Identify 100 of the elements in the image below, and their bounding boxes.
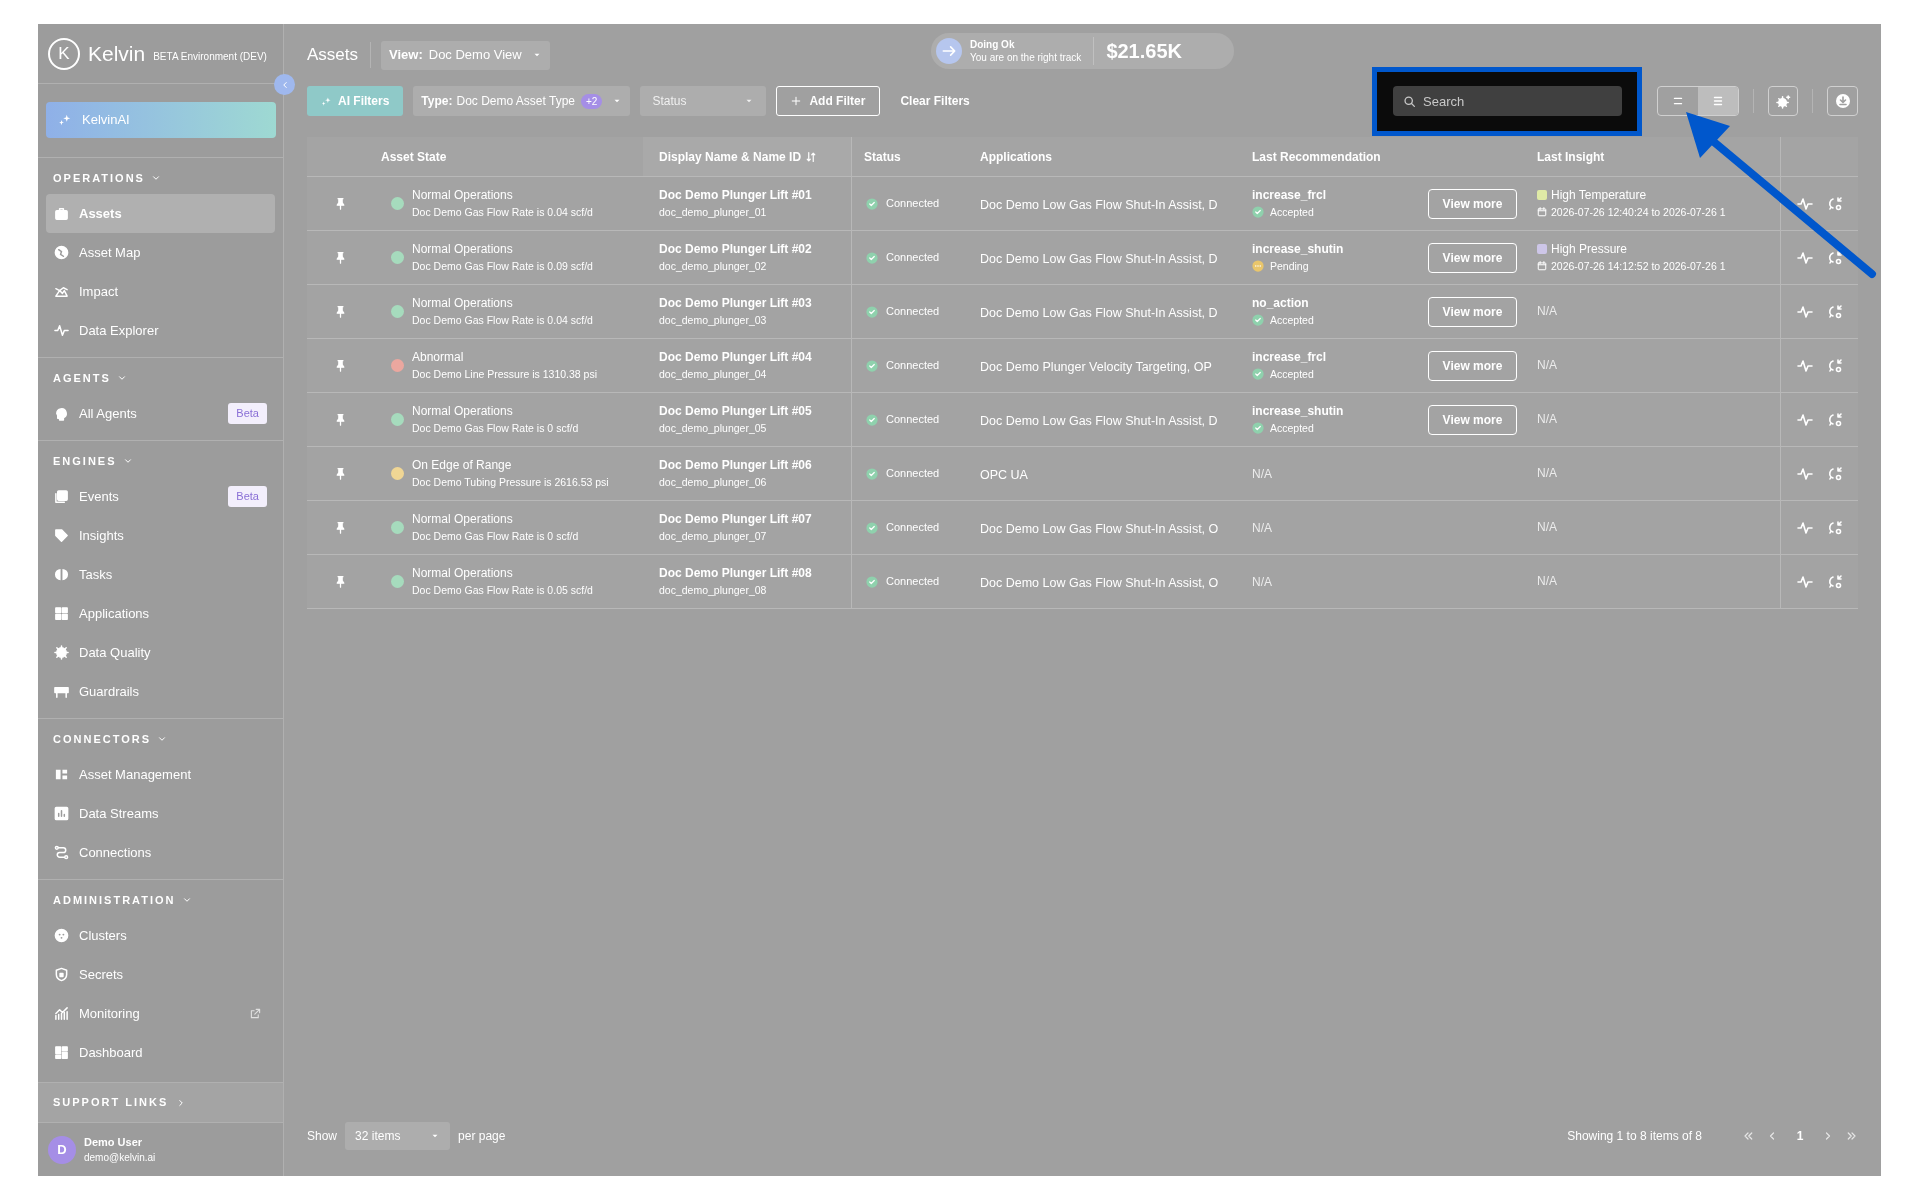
state-detail: Doc Demo Gas Flow Rate is 0 scf/d [412, 420, 579, 436]
sidebar-item[interactable]: Data Quality [46, 633, 275, 672]
sidebar-item[interactable]: Applications [46, 594, 275, 633]
type-filter[interactable]: Type: Doc Demo Asset Type +2 [413, 86, 631, 116]
search-field[interactable]: Search [1393, 86, 1622, 116]
table-row[interactable]: Normal Operations Doc Demo Gas Flow Rate is 0.04 scf/d Doc Demo Plunger Lift #03 doc_demo_plunger_03 Connected Doc Demo Low Gas Flow Shut-In Assist, D no_action Accepted View more N/A [307, 285, 1858, 339]
sidebar-item[interactable]: Connections [46, 833, 275, 872]
last-page-icon[interactable] [1846, 1130, 1858, 1142]
show-label: Show [307, 1128, 338, 1145]
tag-icon [54, 528, 69, 543]
three-lines-icon [1711, 94, 1725, 108]
sidebar-item[interactable]: Data Explorer [46, 311, 275, 350]
add-filter-button[interactable]: Add Filter [776, 86, 881, 116]
barrier-icon [54, 684, 69, 699]
recommendation-status: Accepted [1270, 312, 1314, 328]
sparkle-icon [321, 95, 332, 107]
sidebar-item[interactable]: Assets [46, 194, 275, 233]
health-subtitle: You are on the right track [970, 51, 1082, 64]
column-header[interactable]: Status [852, 137, 970, 176]
sidebar-item[interactable]: Insights [46, 516, 275, 555]
check-circle-icon [866, 413, 878, 426]
sidebar-item[interactable]: Data Streams [46, 794, 275, 833]
recommendation-action: increase_frcl [1252, 186, 1328, 204]
table-row[interactable]: On Edge of Range Doc Demo Tubing Pressure is 2616.53 psi Doc Demo Plunger Lift #06 doc_demo_plunger_06 Connected OPC UA N/A N/A [307, 447, 1858, 501]
empty-value: N/A [1537, 519, 1558, 536]
column-header[interactable]: Applications [970, 137, 1240, 176]
applications-text: Doc Demo Low Gas Flow Shut-In Assist, D [980, 197, 1218, 212]
first-page-icon[interactable] [1742, 1130, 1754, 1142]
recommendation-action: increase_shutin [1252, 240, 1345, 258]
insight-time-range: 2026-07-26 14:12:52 to 2026-07-26 1 [1551, 258, 1726, 274]
sidebar-label: Guardrails [79, 682, 140, 701]
check-circle-icon [866, 359, 878, 372]
table-row[interactable]: Normal Operations Doc Demo Gas Flow Rate is 0 scf/d Doc Demo Plunger Lift #05 doc_demo_plunger_05 Connected Doc Demo Low Gas Flow Shut-In Assist, D increase_shutin Accepted View more N/A [307, 393, 1858, 447]
sidebar-item[interactable]: Events Beta [46, 477, 275, 516]
recommendation-status: Accepted [1270, 204, 1314, 220]
view-more-button[interactable]: View more [1428, 350, 1517, 381]
dots-circle-icon [54, 928, 69, 943]
page-number[interactable]: 1 [1790, 1127, 1810, 1145]
check-circle-icon [866, 251, 878, 264]
asset-state: Normal Operations [412, 564, 514, 582]
connection-status: Connected [886, 250, 940, 266]
per-page-dropdown[interactable]: 32 items [345, 1122, 451, 1150]
asset-id: doc_demo_plunger_04 [659, 366, 768, 382]
sidebar-item[interactable]: Tasks [46, 555, 275, 594]
asset-name[interactable]: Doc Demo Plunger Lift #05 [659, 402, 851, 420]
column-header[interactable]: Asset State [373, 137, 643, 176]
savings-amount: $21.65K [1106, 39, 1182, 64]
asset-name[interactable]: Doc Demo Plunger Lift #06 [659, 456, 851, 474]
sidebar-item[interactable]: Clusters [46, 916, 275, 955]
pulse-icon[interactable] [1796, 195, 1813, 212]
ai-filters-button[interactable]: AI Filters [307, 86, 404, 116]
table-row[interactable]: Normal Operations Doc Demo Gas Flow Rate is 0 scf/d Doc Demo Plunger Lift #07 doc_demo_plunger_07 Connected Doc Demo Low Gas Flow Shut-In Assist, O N/A N/A [307, 501, 1858, 555]
asset-name[interactable]: Doc Demo Plunger Lift #07 [659, 510, 851, 528]
asset-name[interactable]: Doc Demo Plunger Lift #03 [659, 294, 851, 312]
pagination-summary: Showing 1 to 8 items of 8 [1567, 1128, 1702, 1145]
view-dropdown[interactable]: View: Doc Demo View [381, 40, 550, 70]
per-page-label: per page [458, 1128, 506, 1145]
table-row[interactable]: Normal Operations Doc Demo Gas Flow Rate is 0.05 scf/d Doc Demo Plunger Lift #08 doc_demo_plunger_08 Connected Doc Demo Low Gas Flow Shut-In Assist, O N/A N/A [307, 555, 1858, 609]
empty-value: N/A [1537, 573, 1558, 590]
sidebar-item[interactable]: Monitoring [46, 994, 275, 1033]
refresh-gear-icon[interactable] [1826, 249, 1843, 266]
puzzle-icon [54, 767, 69, 782]
view-more-button[interactable]: View more [1428, 296, 1517, 327]
briefcase-icon [54, 206, 69, 221]
state-detail: Doc Demo Gas Flow Rate is 0.05 scf/d [412, 582, 593, 598]
sidebar-item[interactable]: Asset Map [46, 233, 275, 272]
settings-button[interactable] [1768, 86, 1798, 116]
clear-filters-button[interactable]: Clear Filters [890, 86, 980, 116]
column-header[interactable]: Last Recommendation [1240, 137, 1525, 176]
view-more-button[interactable]: View more [1428, 242, 1517, 273]
state-detail: Doc Demo Gas Flow Rate is 0.04 scf/d [412, 312, 593, 328]
column-header[interactable]: Display Name & Name ID [643, 137, 852, 176]
status-filter[interactable]: Status [640, 86, 767, 116]
sidebar-item[interactable]: Asset Management [46, 755, 275, 794]
download-button[interactable] [1827, 86, 1858, 116]
view-more-button[interactable]: View more [1428, 404, 1517, 435]
asset-name[interactable]: Doc Demo Plunger Lift #08 [659, 564, 851, 582]
empty-value: N/A [1252, 519, 1272, 537]
state-detail: Doc Demo Gas Flow Rate is 0.04 scf/d [412, 204, 593, 220]
sidebar-item[interactable]: All Agents Beta [46, 394, 275, 433]
sidebar-item[interactable]: Dashboard [46, 1033, 275, 1072]
list-view-toggle[interactable] [1698, 87, 1738, 115]
calendar-icon [1537, 261, 1547, 271]
column-header[interactable]: Last Insight [1525, 137, 1780, 176]
download-icon [1834, 93, 1851, 109]
view-more-button[interactable]: View more [1428, 188, 1517, 219]
state-detail: Doc Demo Gas Flow Rate is 0.09 scf/d [412, 258, 593, 274]
asset-name[interactable]: Doc Demo Plunger Lift #01 [659, 186, 851, 204]
asset-name[interactable]: Doc Demo Plunger Lift #02 [659, 240, 851, 258]
sidebar-label: Clusters [79, 926, 128, 945]
asset-name[interactable]: Doc Demo Plunger Lift #04 [659, 348, 851, 366]
sidebar-item[interactable]: Guardrails [46, 672, 275, 711]
sidebar-item[interactable]: Secrets [46, 955, 275, 994]
sidebar-label: Data Streams [79, 804, 160, 823]
sidebar-item[interactable]: Impact [46, 272, 275, 311]
table-row[interactable]: Abnormal Doc Demo Line Pressure is 1310.38 psi Doc Demo Plunger Lift #04 doc_demo_plunger_04 Connected Doc Demo Plunger Velocity Targeting, OP increase_frcl Accepted View more N/A [307, 339, 1858, 393]
pulse-icon [54, 323, 69, 338]
user-avatar: D [48, 1135, 76, 1164]
applications-text: Doc Demo Low Gas Flow Shut-In Assist, O [980, 521, 1219, 536]
kelvinai-button[interactable]: KelvinAI [46, 102, 276, 138]
